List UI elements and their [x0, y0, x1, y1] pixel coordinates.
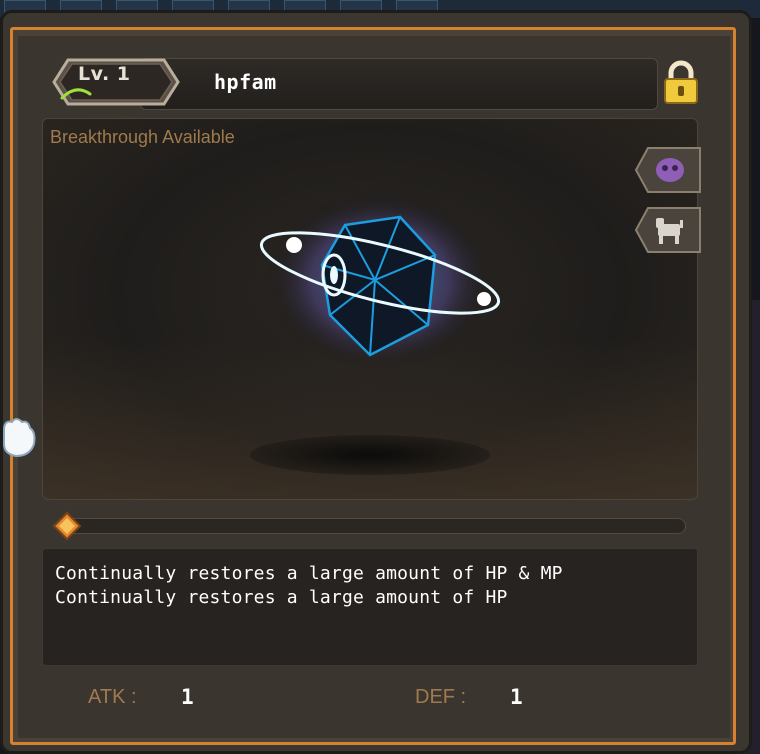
breakthrough-status: Breakthrough Available — [50, 127, 235, 147]
progress-track — [64, 518, 686, 534]
familiar-gem-sprite — [259, 190, 501, 370]
mask-button[interactable] — [632, 146, 702, 194]
diamond-icon[interactable] — [52, 511, 82, 541]
def-value: 1 — [510, 685, 523, 709]
effect-line: Continually restores a large amount of H… — [55, 587, 508, 608]
pet-button[interactable] — [632, 206, 702, 254]
mask-icon — [656, 158, 684, 182]
atk-value: 1 — [181, 685, 194, 709]
familiar-name: hpfam — [214, 70, 277, 94]
level-label: Lv. 1 — [78, 63, 131, 85]
atk-label: ATK : — [88, 686, 137, 708]
lock-icon[interactable] — [660, 60, 702, 106]
familiar-shadow — [250, 435, 490, 475]
hand-cursor-icon — [3, 418, 36, 458]
def-label: DEF : — [415, 686, 467, 708]
effect-line: Continually restores a large amount of H… — [55, 563, 563, 584]
